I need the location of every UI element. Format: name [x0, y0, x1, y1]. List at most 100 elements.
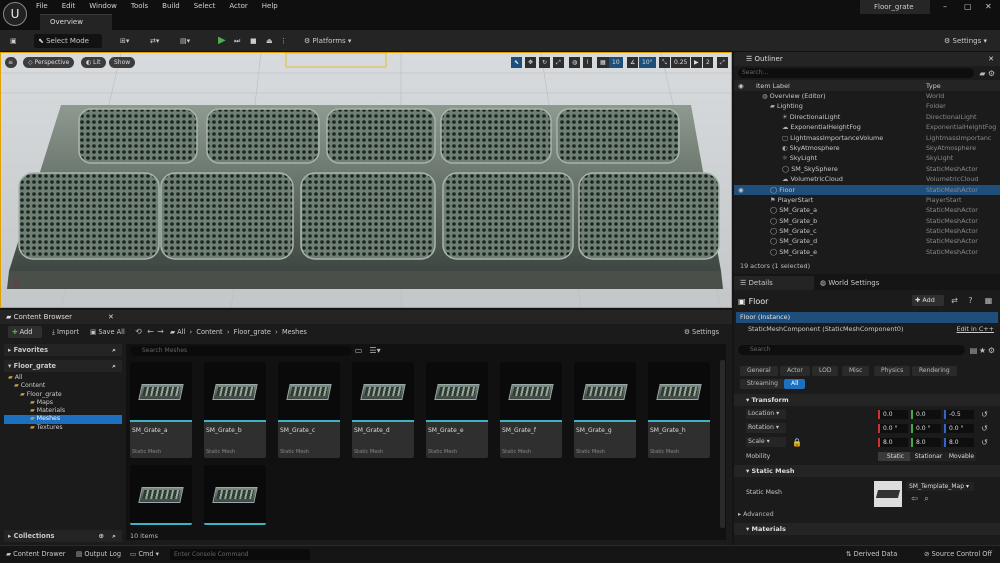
- browse-icon[interactable]: ⇦: [910, 494, 919, 503]
- rotation-snap-icon[interactable]: ∡: [627, 57, 639, 68]
- filter-actor[interactable]: Actor: [780, 366, 810, 376]
- mobility-static[interactable]: Static: [878, 452, 910, 461]
- import-button[interactable]: ⤓ Import: [52, 328, 79, 337]
- help-icon[interactable]: ?: [966, 296, 975, 305]
- filter-misc[interactable]: Misc: [842, 366, 870, 376]
- gear-icon[interactable]: ⚙: [987, 69, 996, 78]
- add-collection-icon[interactable]: ⊕: [98, 530, 104, 542]
- menu-window[interactable]: Window: [89, 2, 117, 10]
- visibility-icon[interactable]: [734, 236, 770, 246]
- asset-tile[interactable]: SM_Grate_d Static Mesh: [352, 362, 414, 458]
- scale-snap-value[interactable]: 0.25: [671, 57, 691, 68]
- reset-scale-icon[interactable]: ↺: [980, 438, 989, 447]
- tree-materials[interactable]: ▰ Materials: [4, 407, 122, 415]
- static-mesh-picker[interactable]: SM_Template_Map ▾: [906, 482, 974, 491]
- transform-section[interactable]: ▾ Transform: [734, 394, 1000, 406]
- console-input[interactable]: Enter Console Command: [170, 549, 310, 560]
- outliner-row[interactable]: ▢ LightmassImportanceVolume LightmassImpo…: [734, 133, 1000, 143]
- outliner-row[interactable]: ◯ SM_Grate_e StaticMeshActor: [734, 247, 1000, 257]
- content-drawer-button[interactable]: ▰ Content Drawer: [6, 550, 65, 558]
- mode-selector[interactable]: ⬉ Select Mode: [34, 34, 102, 48]
- level-tab[interactable]: Overview: [40, 14, 112, 30]
- rotation-y[interactable]: 0.0 °: [911, 424, 941, 433]
- select-tool-icon[interactable]: ⬉: [511, 57, 523, 68]
- close-content-browser-icon[interactable]: ✕: [108, 310, 114, 324]
- outliner-row[interactable]: ▰ Lighting Folder: [734, 101, 1000, 111]
- viewport-menu-icon[interactable]: ≡: [5, 57, 17, 68]
- menu-build[interactable]: Build: [162, 2, 180, 10]
- static-mesh-thumbnail[interactable]: [874, 481, 902, 507]
- tab-details[interactable]: ☰ Details: [734, 276, 814, 290]
- tree-content[interactable]: ▰ Content: [4, 382, 122, 390]
- visibility-icon[interactable]: [734, 143, 782, 153]
- save-all-button[interactable]: ▣ Save All: [90, 328, 125, 336]
- blueprint-icon[interactable]: ⇄: [950, 296, 959, 305]
- grid-view-icon[interactable]: ▦: [984, 296, 993, 305]
- visibility-icon[interactable]: [734, 112, 782, 122]
- outliner-search-input[interactable]: Search...: [738, 68, 974, 78]
- lock-icon[interactable]: 🔒: [792, 438, 802, 447]
- menu-actor[interactable]: Actor: [229, 2, 247, 10]
- outliner-col-label[interactable]: Item Label: [756, 82, 926, 90]
- tree-all[interactable]: ▰ All: [4, 374, 122, 382]
- blueprint-icon[interactable]: ⇄▾: [146, 34, 163, 48]
- forward-icon[interactable]: →: [156, 327, 165, 336]
- details-search-input[interactable]: Search: [738, 345, 965, 355]
- history-icon[interactable]: ▭: [354, 346, 363, 355]
- add-actor-icon[interactable]: ⊞▾: [116, 34, 133, 48]
- mobility-movable[interactable]: Movable: [944, 452, 976, 461]
- asset-search-input[interactable]: Search Meshes: [130, 346, 352, 356]
- outliner-row[interactable]: ☁ VolumetricCloud VolumetricCloud: [734, 174, 1000, 184]
- collections-section[interactable]: ▸ Collections ⊕ ⌕: [4, 530, 122, 542]
- scale-z[interactable]: 8.0: [944, 438, 974, 447]
- source-control-button[interactable]: ⊘ Source Control Off: [924, 550, 992, 558]
- advanced-toggle[interactable]: ▸ Advanced: [738, 511, 774, 518]
- cmd-dropdown[interactable]: ▭ Cmd ▾: [130, 550, 159, 558]
- menu-help[interactable]: Help: [262, 2, 278, 10]
- location-z[interactable]: -0.5: [944, 410, 974, 419]
- scale-dropdown[interactable]: Scale ▾: [746, 437, 786, 447]
- crumb-meshes[interactable]: Meshes: [282, 328, 307, 336]
- step-icon[interactable]: ⏭: [230, 34, 244, 48]
- asset-tile[interactable]: SM_Grate_f Static Mesh: [500, 362, 562, 458]
- history-icon[interactable]: ⟲: [134, 327, 143, 336]
- outliner-row[interactable]: ◐ SkyAtmosphere SkyAtmosphere: [734, 143, 1000, 153]
- tree-meshes[interactable]: ▰ Meshes: [4, 415, 122, 424]
- mobility-stationary[interactable]: Stationar: [910, 452, 944, 461]
- derived-data-button[interactable]: ⇅ Derived Data: [846, 550, 897, 558]
- outliner-row[interactable]: ◍ Overview (Editor) World: [734, 91, 1000, 101]
- menu-select[interactable]: Select: [194, 2, 216, 10]
- platforms-button[interactable]: ⚙ Platforms ▾: [300, 34, 355, 48]
- scale-y[interactable]: 8.0: [911, 438, 941, 447]
- cb-settings-button[interactable]: ⚙ Settings: [684, 328, 719, 336]
- asset-tile[interactable]: SM_Grate_c Static Mesh: [278, 362, 340, 458]
- scale-snap-icon[interactable]: ⤡: [659, 57, 670, 68]
- rotation-dropdown[interactable]: Rotation ▾: [746, 423, 786, 433]
- gear-icon[interactable]: ⚙: [987, 346, 996, 355]
- cinematics-icon[interactable]: ▤▾: [176, 34, 194, 48]
- scale-x[interactable]: 8.0: [878, 438, 908, 447]
- outliner-row[interactable]: ◉ ◯ Floor StaticMeshActor: [734, 184, 1000, 195]
- visibility-icon[interactable]: [734, 101, 770, 111]
- outliner-row[interactable]: ◯ SM_Grate_b StaticMeshActor: [734, 216, 1000, 226]
- back-icon[interactable]: ←: [146, 327, 155, 336]
- visibility-icon[interactable]: ◉: [734, 82, 756, 90]
- asset-tile[interactable]: SM_Grate_b Static Mesh: [204, 362, 266, 458]
- visibility-icon[interactable]: [734, 247, 770, 257]
- project-section[interactable]: ▾ Floor_grate ⌕: [4, 360, 122, 372]
- perspective-button[interactable]: ◇ Perspective: [23, 57, 75, 68]
- outliner-row[interactable]: ☼ SkyLight SkyLight: [734, 153, 1000, 163]
- asset-tile[interactable]: SM_Grate_h Static Mesh: [648, 362, 710, 458]
- crumb-all[interactable]: All: [177, 328, 185, 336]
- level-viewport[interactable]: ≡ ◇ Perspective ◐ Lit Show ⬉ ✥ ↻ ⤢ ◍ ⌇ ▦…: [0, 52, 732, 308]
- add-component-button[interactable]: ✚ Add: [912, 295, 944, 306]
- visibility-icon[interactable]: [734, 174, 782, 184]
- unreal-logo-icon[interactable]: U: [3, 2, 27, 26]
- world-space-icon[interactable]: ◍: [569, 57, 581, 68]
- asset-tile[interactable]: SM_Grate_g Static Mesh: [574, 362, 636, 458]
- tree-maps[interactable]: ▰ Maps: [4, 399, 122, 407]
- star-icon[interactable]: ★: [978, 346, 987, 355]
- camera-speed-value[interactable]: 2: [703, 57, 713, 68]
- show-button[interactable]: Show: [109, 57, 136, 68]
- search-icon[interactable]: ⌕: [112, 360, 116, 372]
